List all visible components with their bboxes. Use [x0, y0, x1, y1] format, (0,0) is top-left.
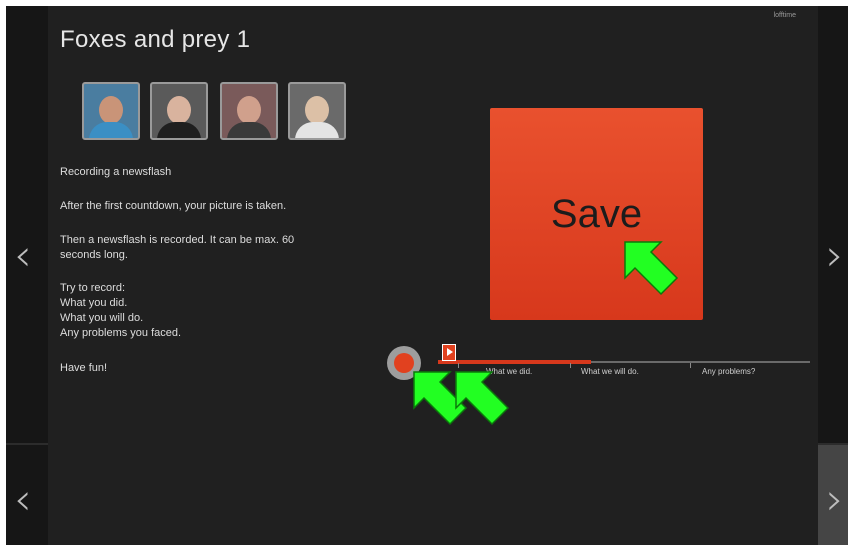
timeline-segment-label[interactable]: Any problems? — [702, 367, 755, 376]
timeline-segment-label[interactable]: What we will do. — [581, 367, 639, 376]
timeline-tick — [570, 363, 571, 368]
instruction-line: seconds long. — [60, 249, 128, 261]
corner-label: lofftime — [773, 12, 796, 19]
chevron-left-icon[interactable]: ‹ — [14, 234, 32, 278]
instructions-closing: Have fun! — [60, 362, 108, 374]
instruction-line: Any problems you faced. — [60, 327, 182, 339]
app-frame: ‹ ‹ › › Foxes and prey 1 lofftime Record… — [6, 6, 848, 545]
arrow-cursor-icon — [624, 241, 679, 296]
instruction-line: Then a newsflash is recorded. It can be … — [60, 234, 295, 246]
avatar — [82, 82, 140, 140]
instruction-line: What you will do. — [60, 312, 144, 324]
chevron-right-icon[interactable]: › — [826, 234, 844, 278]
timeline-progress — [438, 360, 591, 364]
chevron-right-icon[interactable]: › — [826, 478, 844, 522]
play-marker-icon[interactable] — [442, 344, 456, 361]
page-title: Foxes and prey 1 — [60, 26, 251, 53]
chevron-left-icon[interactable]: ‹ — [14, 478, 32, 522]
timeline-tick — [690, 363, 691, 368]
save-button-label: Save — [550, 191, 643, 236]
avatar — [288, 82, 346, 140]
avatar — [220, 82, 278, 140]
arrow-cursor-icon — [455, 371, 510, 426]
instruction-line: After the first countdown, your picture … — [60, 200, 287, 212]
avatar — [150, 82, 208, 140]
instructions-heading: Recording a newsflash — [60, 166, 172, 178]
left-divider — [6, 443, 48, 445]
instruction-line: What you did. — [60, 297, 128, 309]
instruction-line: Try to record: — [60, 282, 125, 294]
